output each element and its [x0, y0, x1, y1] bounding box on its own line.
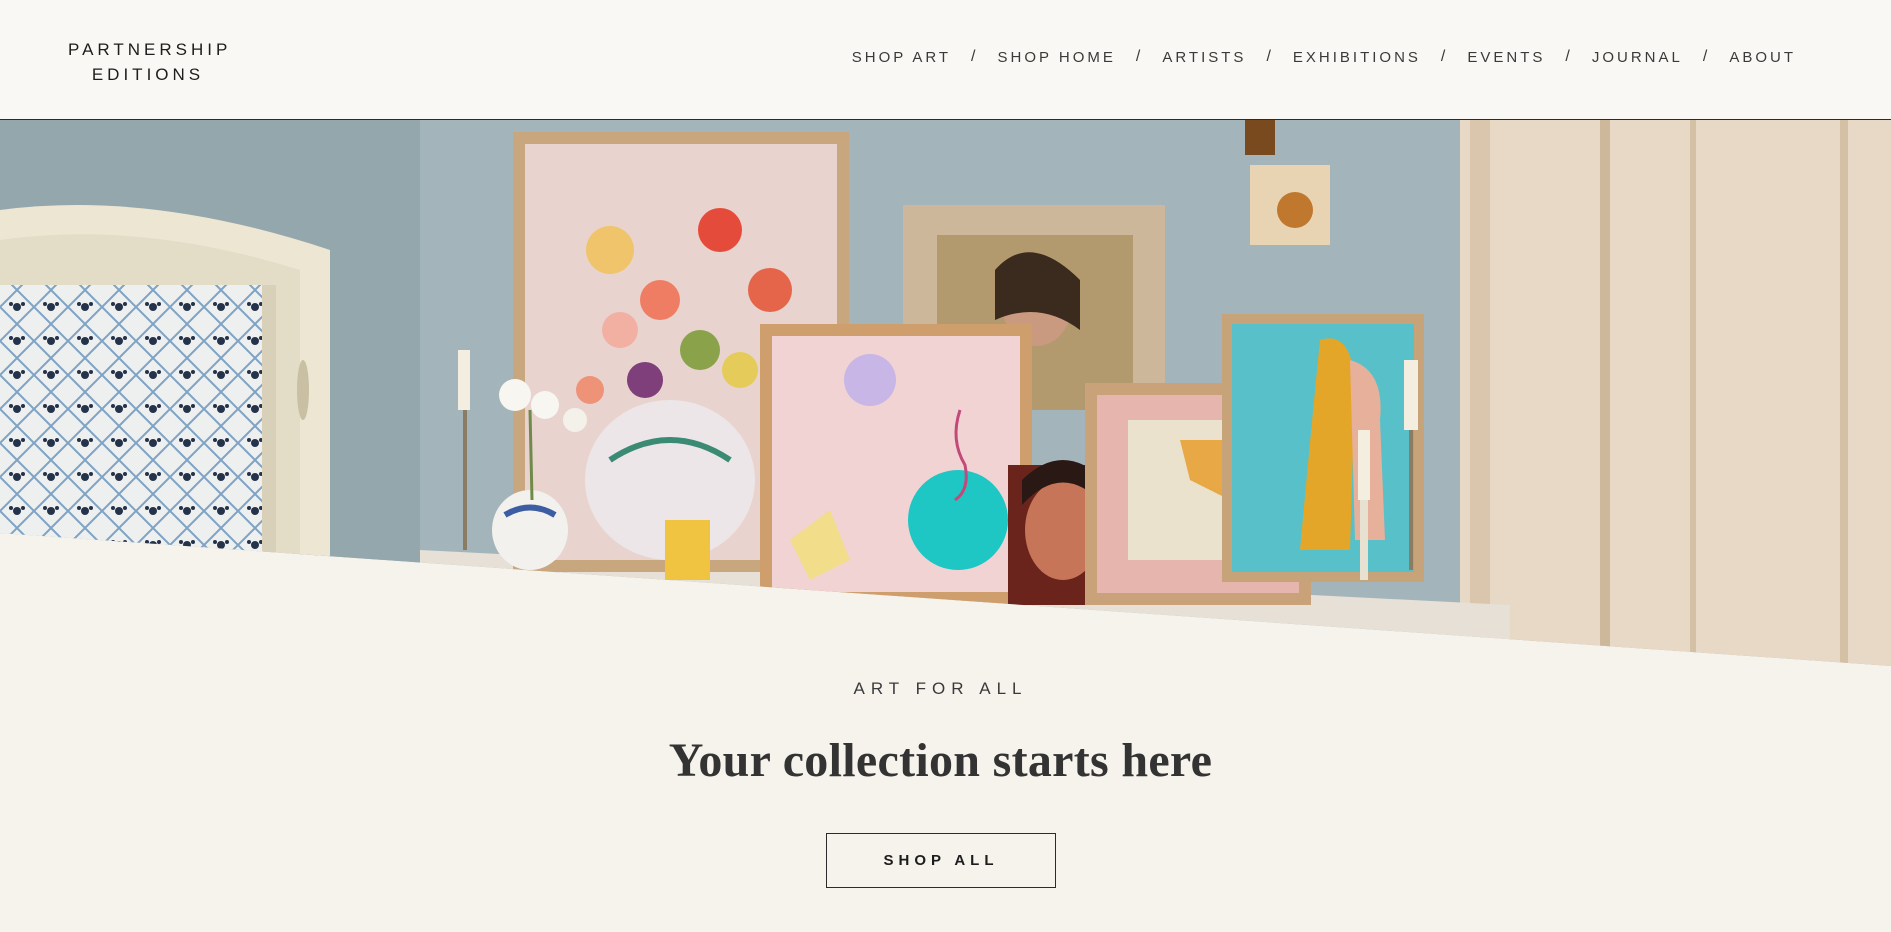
- nav-item-shop-art[interactable]: SHOP ART: [852, 49, 951, 66]
- site-header: PARTNERSHIP EDITIONS SHOP ART / SHOP HOM…: [0, 0, 1891, 120]
- nav-item-artists[interactable]: ARTISTS: [1162, 49, 1246, 66]
- nav-separator: /: [971, 48, 976, 65]
- nav-separator: /: [1440, 48, 1446, 65]
- brand-line-1: PARTNERSHIP: [68, 40, 232, 59]
- nav-item-events[interactable]: EVENTS: [1467, 49, 1545, 66]
- brand-logo[interactable]: PARTNERSHIP EDITIONS: [68, 37, 228, 87]
- main-nav: SHOP ART / SHOP HOME / ARTISTS / EXHIBIT…: [852, 48, 1796, 66]
- brand-line-2: EDITIONS: [91, 65, 205, 84]
- hero-image: [0, 120, 1891, 666]
- hero-illustration: [0, 120, 1891, 666]
- nav-separator: /: [1565, 48, 1570, 65]
- page-headline: Your collection starts here: [668, 734, 1213, 787]
- shop-all-button[interactable]: SHOP ALL: [826, 833, 1056, 888]
- nav-item-shop-home[interactable]: SHOP HOME: [998, 49, 1116, 66]
- nav-separator: /: [1135, 48, 1141, 65]
- nav-item-about[interactable]: ABOUT: [1729, 49, 1796, 66]
- nav-separator: /: [1266, 48, 1271, 65]
- nav-item-journal[interactable]: JOURNAL: [1592, 49, 1683, 66]
- section-kicker: ART FOR ALL: [853, 679, 1028, 698]
- nav-item-exhibitions[interactable]: EXHIBITIONS: [1293, 49, 1421, 66]
- nav-separator: /: [1702, 48, 1708, 65]
